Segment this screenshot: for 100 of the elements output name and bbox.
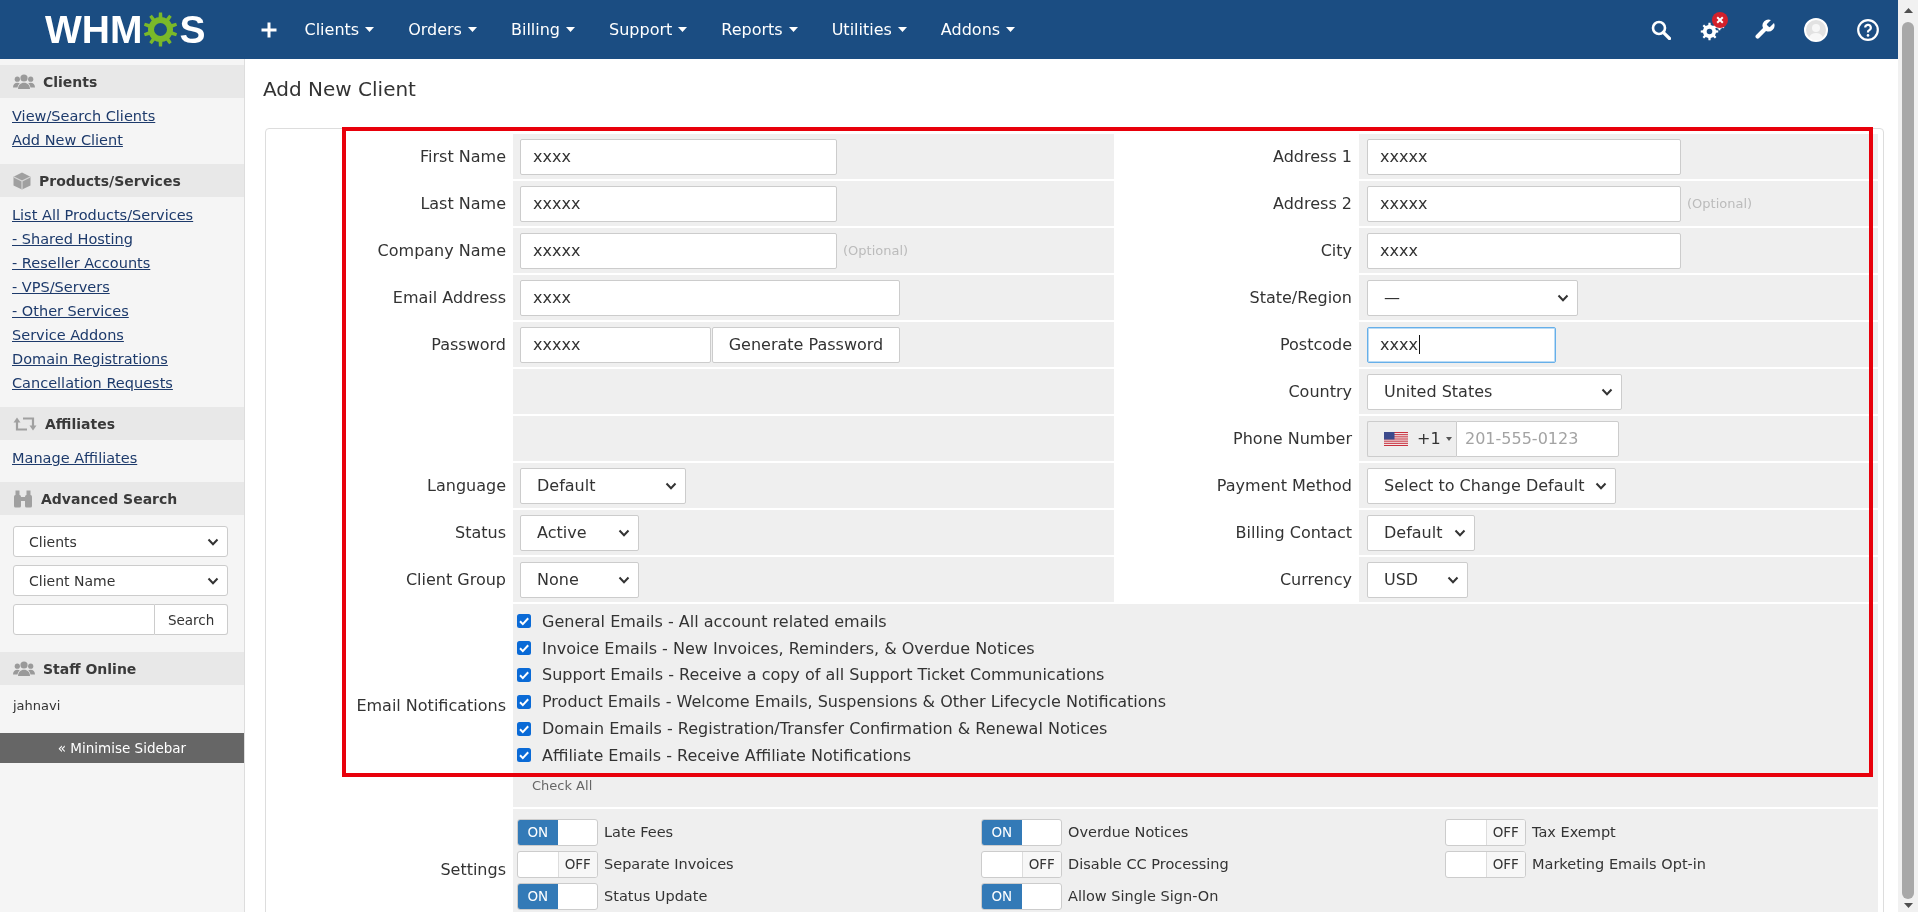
section-title: Products/Services xyxy=(39,172,181,189)
toggle-switch[interactable]: ON xyxy=(517,818,598,846)
select-dropdown[interactable]: None xyxy=(520,561,639,598)
toggle-switch[interactable]: ON xyxy=(981,818,1062,846)
sidebar-link[interactable]: - VPS/Servers xyxy=(12,275,110,299)
page-title: Add New Client xyxy=(263,76,416,103)
select-dropdown[interactable]: United States xyxy=(1367,373,1622,410)
checkbox[interactable] xyxy=(517,668,531,682)
field-label: Last Name xyxy=(420,194,506,213)
text-input[interactable]: xxxx xyxy=(1367,232,1681,269)
checkbox-label: Domain Emails - Registration/Transfer Confirmation & Renewal Notices xyxy=(542,719,1108,739)
field-label: Currency xyxy=(1279,570,1352,589)
sidebar-link[interactable]: Manage Affiliates xyxy=(12,446,138,470)
text-input[interactable]: xxxxx xyxy=(520,326,711,363)
setting-label: Marketing Emails Opt-in xyxy=(1532,856,1707,873)
text-input[interactable]: xxxxx xyxy=(520,232,837,269)
error-badge-icon xyxy=(1712,11,1728,28)
add-icon[interactable] xyxy=(261,21,278,38)
checkbox[interactable] xyxy=(517,641,531,656)
avatar-icon[interactable] xyxy=(1804,17,1828,42)
field-label: Password xyxy=(431,335,506,354)
setting-label: Separate Invoices xyxy=(604,856,734,873)
toggle-switch[interactable]: OFF xyxy=(1445,818,1526,846)
text-input[interactable]: xxxxx xyxy=(1367,185,1681,222)
select-dropdown[interactable]: — xyxy=(1367,279,1578,316)
toggle-switch[interactable]: ON xyxy=(517,882,598,910)
setting-label: Disable CC Processing xyxy=(1068,856,1229,873)
select-dropdown[interactable]: Clients xyxy=(13,526,228,557)
toggle-switch[interactable]: ON xyxy=(981,882,1062,910)
text-input[interactable]: xxxx xyxy=(520,138,837,175)
nav-menu-item[interactable]: Support xyxy=(592,11,705,48)
setting-label: Allow Single Sign-On xyxy=(1068,888,1219,905)
sidebar-link[interactable]: Domain Registrations xyxy=(12,347,168,371)
toggle-switch[interactable]: OFF xyxy=(1445,850,1526,878)
sidebar-link[interactable]: List All Products/Services xyxy=(12,203,194,227)
text-input[interactable]: xxxxx xyxy=(1367,138,1681,175)
nav-menu-item[interactable]: Orders xyxy=(391,11,494,48)
checkbox-label: Product Emails - Welcome Emails, Suspensions & Other Lifecycle Notifications xyxy=(542,692,1167,712)
nav-menu-item[interactable]: Utilities xyxy=(814,11,924,48)
users-icon xyxy=(13,661,35,676)
field-label: Postcode xyxy=(1279,335,1352,354)
nav-menu-item[interactable]: Addons xyxy=(923,11,1033,48)
caret-icon xyxy=(1006,27,1016,32)
sidebar-link[interactable]: - Reseller Accounts xyxy=(12,251,151,275)
sidebar-link[interactable]: Service Addons xyxy=(12,323,124,347)
binoculars-icon xyxy=(13,489,33,508)
staff-name: jahnavi xyxy=(13,697,61,714)
checkbox-label: Affiliate Emails - Receive Affiliate Notifications xyxy=(542,745,912,765)
search-icon[interactable] xyxy=(1651,19,1671,40)
checkbox[interactable] xyxy=(517,721,531,736)
chevron-down-icon xyxy=(1447,575,1459,584)
box-icon xyxy=(13,171,31,190)
field-label: Billing Contact xyxy=(1235,523,1352,542)
select-dropdown[interactable]: Default xyxy=(520,467,686,504)
scrollbar-thumb[interactable] xyxy=(1902,22,1914,899)
logo-text: WHM xyxy=(45,9,143,50)
text-input[interactable]: xxxx xyxy=(1367,326,1556,363)
wrench-icon[interactable] xyxy=(1754,19,1775,40)
chevron-down-icon xyxy=(207,576,219,585)
setting-label: Late Fees xyxy=(604,824,674,841)
chevron-down-icon xyxy=(1601,387,1613,396)
select-dropdown[interactable]: USD xyxy=(1367,561,1468,598)
checkbox[interactable] xyxy=(517,748,531,763)
toggle-switch[interactable]: OFF xyxy=(981,850,1062,878)
country-code-button[interactable]: +1 xyxy=(1367,420,1456,457)
scrollbar[interactable] xyxy=(1898,0,1918,912)
checkbox[interactable] xyxy=(517,694,531,709)
nav-menu-item[interactable]: Clients xyxy=(287,11,392,48)
scroll-down-icon[interactable] xyxy=(1903,903,1913,908)
checkbox[interactable] xyxy=(517,614,531,629)
toggle-switch[interactable]: OFF xyxy=(517,850,598,878)
nav-menu-item[interactable]: Reports xyxy=(704,11,815,48)
minimise-sidebar-button[interactable]: « Minimise Sidebar xyxy=(0,733,244,763)
chevron-down-icon xyxy=(618,528,630,537)
text-input[interactable]: xxxx xyxy=(520,279,900,316)
scroll-up-icon[interactable] xyxy=(1903,7,1913,13)
checkbox-label: Support Emails - Receive a copy of all Support Ticket Communications xyxy=(542,665,1105,685)
text-input[interactable]: xxxxx xyxy=(520,185,837,222)
nav-menu-item[interactable]: Billing xyxy=(493,11,592,48)
select-dropdown[interactable]: Client Name xyxy=(13,565,228,596)
search-button[interactable]: Search xyxy=(155,604,228,635)
gear-logo-icon xyxy=(143,12,179,47)
field-label: Company Name xyxy=(377,241,506,260)
select-dropdown[interactable]: Select to Change Default xyxy=(1367,467,1616,504)
field-label: Settings xyxy=(440,860,506,880)
search-input[interactable] xyxy=(13,604,156,635)
select-dropdown[interactable]: Active xyxy=(520,514,639,551)
generate-password-button[interactable]: Generate Password xyxy=(712,326,900,363)
sidebar-link[interactable]: Cancellation Requests xyxy=(12,371,173,395)
field-label: Status xyxy=(455,523,506,542)
check-all-link[interactable]: Check All xyxy=(532,776,593,795)
help-icon[interactable] xyxy=(1857,18,1879,41)
chevron-down-icon xyxy=(1557,293,1569,302)
section-title: Clients xyxy=(43,73,98,90)
sidebar-link[interactable]: - Other Services xyxy=(12,299,129,323)
flag-icon xyxy=(1384,431,1408,446)
sidebar-link[interactable]: Add New Client xyxy=(12,128,123,152)
select-dropdown[interactable]: Default xyxy=(1367,514,1475,551)
sidebar-link[interactable]: - Shared Hosting xyxy=(12,227,133,251)
sidebar-link[interactable]: View/Search Clients xyxy=(12,104,156,128)
